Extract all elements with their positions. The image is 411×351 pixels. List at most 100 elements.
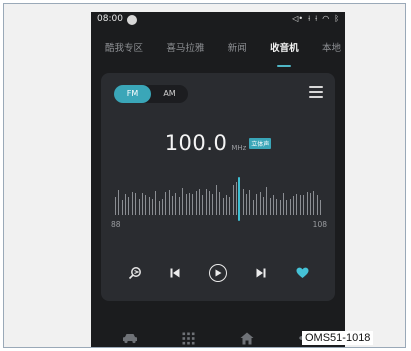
dial-tick xyxy=(286,200,287,215)
dial-tick xyxy=(142,193,143,215)
dial-tick xyxy=(216,185,217,215)
dial-tick xyxy=(313,191,314,215)
dial-tick xyxy=(165,192,166,215)
frequency-display: 100.0 MHz 立体声 xyxy=(101,131,335,155)
dial-tick xyxy=(182,188,183,215)
dial-tick xyxy=(209,191,210,215)
dial-tick xyxy=(293,196,294,215)
apps-grid-icon[interactable] xyxy=(179,328,199,347)
dial-tick xyxy=(159,201,160,215)
dial-tick xyxy=(223,198,224,215)
station-list-icon[interactable] xyxy=(309,86,323,98)
dial-tick xyxy=(300,195,301,215)
tuning-dial[interactable]: 88 108 xyxy=(111,171,327,229)
status-icons: ◁• ⟊ ⟊ ◠ ᛒ xyxy=(292,14,339,24)
dial-tick xyxy=(256,194,257,215)
dial-tick xyxy=(270,198,271,215)
play-icon[interactable] xyxy=(209,264,227,282)
dial-tick xyxy=(290,199,291,215)
dial-tick xyxy=(179,197,180,215)
dial-tick xyxy=(303,195,304,215)
dial-tick xyxy=(212,194,213,215)
category-tabs: 酷我专区 喜马拉雅 新闻 收音机 本地 xyxy=(91,40,345,60)
status-time: 08:00 xyxy=(97,14,123,24)
scale-min-label: 88 xyxy=(111,220,121,229)
dial-tick xyxy=(310,193,311,215)
dial-tick xyxy=(317,195,318,215)
dial-tick xyxy=(253,200,254,215)
dial-tick xyxy=(206,189,207,215)
home-icon[interactable] xyxy=(237,328,257,347)
dial-tick xyxy=(266,187,267,215)
tab-kuwo[interactable]: 酷我专区 xyxy=(105,40,143,60)
band-toggle: FM AM xyxy=(114,85,188,103)
dial-tick xyxy=(243,189,244,215)
next-icon[interactable] xyxy=(249,261,273,285)
bluetooth-icon: ᛒ xyxy=(334,14,339,23)
previous-icon[interactable] xyxy=(163,261,187,285)
dial-tick xyxy=(280,200,281,215)
tab-radio[interactable]: 收音机 xyxy=(270,40,299,60)
status-bar: 08:00 ◁• ⟊ ⟊ ◠ ᛒ xyxy=(91,12,345,28)
wifi-icon: ◠ xyxy=(322,14,330,23)
screen: 08:00 ◁• ⟊ ⟊ ◠ ᛒ 酷我专区 喜马拉雅 新闻 收音机 本地 FM … xyxy=(91,12,345,347)
dial-tick xyxy=(162,199,163,215)
figure-caption: OMS51-1018 xyxy=(302,331,374,345)
figure-frame: 08:00 ◁• ⟊ ⟊ ◠ ᛒ 酷我专区 喜马拉雅 新闻 收音机 本地 FM … xyxy=(3,3,406,348)
playback-controls xyxy=(101,261,335,285)
band-fm-button[interactable]: FM xyxy=(114,85,151,103)
dial-tick xyxy=(296,194,297,215)
tab-news[interactable]: 新闻 xyxy=(228,40,247,60)
dial-tick xyxy=(192,194,193,215)
dial-tick xyxy=(125,194,126,215)
avatar[interactable] xyxy=(127,15,137,25)
dial-tick xyxy=(249,190,250,215)
dial-tick xyxy=(132,192,133,215)
usb-icon: ⟊ xyxy=(308,14,311,23)
dial-tick xyxy=(149,197,150,215)
dial-tick xyxy=(152,199,153,215)
dial-tick xyxy=(263,197,264,215)
radio-card: FM AM 100.0 MHz 立体声 88 108 xyxy=(101,73,335,301)
favorite-heart-icon[interactable] xyxy=(290,261,314,285)
band-am-button[interactable]: AM xyxy=(151,85,188,103)
dial-tick xyxy=(260,192,261,215)
dial-tick xyxy=(246,194,247,215)
dial-tick xyxy=(139,199,140,215)
play-button[interactable] xyxy=(206,261,230,285)
tab-local[interactable]: 本地 xyxy=(322,40,341,60)
frequency-unit: MHz xyxy=(231,144,247,152)
tab-ximalaya[interactable]: 喜马拉雅 xyxy=(166,40,204,60)
dial-tick xyxy=(236,182,237,215)
dial-tick xyxy=(189,193,190,215)
search-scan-icon[interactable] xyxy=(123,261,147,285)
dial-tick xyxy=(219,192,220,215)
dial-tick xyxy=(320,200,321,215)
dial-tick xyxy=(128,197,129,215)
dial-tick xyxy=(196,191,197,215)
dial-tick xyxy=(186,194,187,215)
usb-icon-2: ⟊ xyxy=(315,14,318,23)
dial-tick xyxy=(175,193,176,215)
dial-tick xyxy=(226,195,227,215)
dial-tick xyxy=(155,191,156,215)
car-icon[interactable] xyxy=(120,328,140,347)
dial-tick xyxy=(115,197,116,215)
dial-tick xyxy=(276,199,277,215)
tuning-needle[interactable] xyxy=(238,177,240,221)
stereo-badge: 立体声 xyxy=(249,138,272,149)
bluetooth-audio-icon: ◁• xyxy=(292,14,304,23)
dial-tick xyxy=(233,185,234,215)
dial-tick xyxy=(283,193,284,215)
dial-tick xyxy=(199,189,200,215)
dial-tick xyxy=(172,196,173,215)
scale-max-label: 108 xyxy=(312,220,327,229)
dial-tick xyxy=(307,192,308,215)
dial-tick xyxy=(135,193,136,215)
dial-tick xyxy=(202,195,203,215)
frequency-value: 100.0 xyxy=(164,131,228,155)
dial-tick xyxy=(229,197,230,215)
dial-tick xyxy=(145,195,146,215)
dial-tick xyxy=(118,190,119,215)
dial-tick xyxy=(169,190,170,215)
